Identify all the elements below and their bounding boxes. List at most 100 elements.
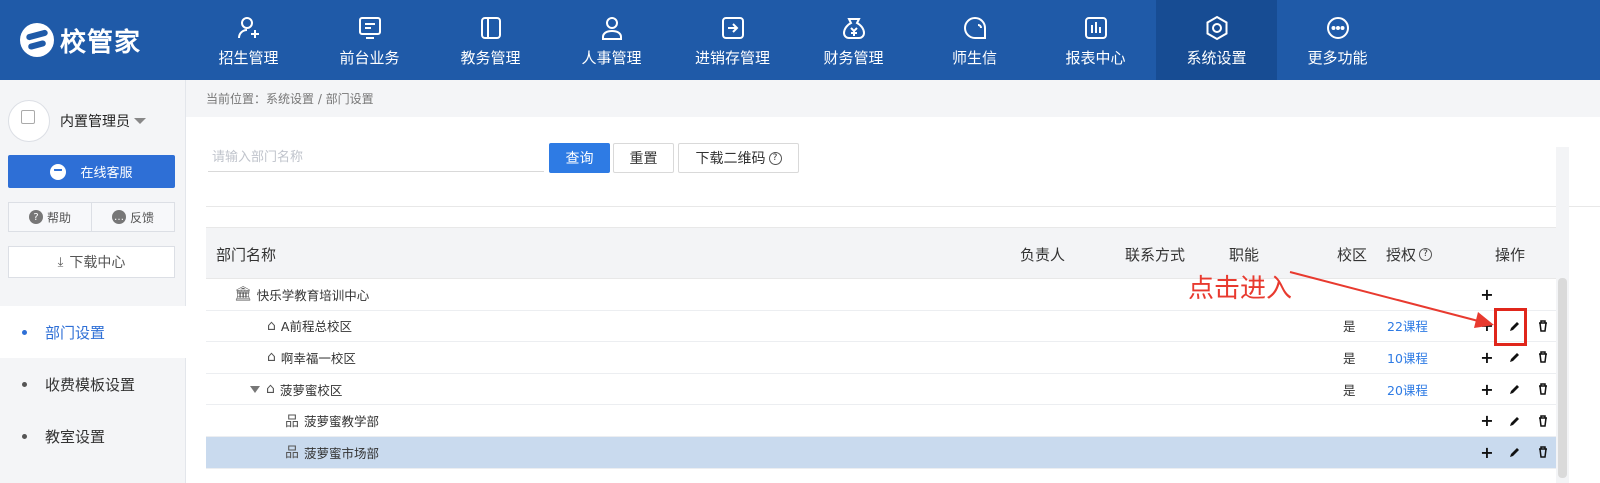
sidebar-item-label: 收费模板设置 <box>45 375 136 394</box>
nav-item-system-settings[interactable]: 系统设置 <box>1156 0 1277 80</box>
scrollbar-thumb[interactable] <box>1558 278 1567 478</box>
table-header: 部门名称 负责人 联系方式 职能 校区 授权 ? 操作 <box>206 227 1568 279</box>
nav-item-more[interactable]: 更多功能 <box>1277 0 1398 80</box>
nav-label: 系统设置 <box>1186 48 1247 67</box>
breadcrumb-text: 当前位置：系统设置 / 部门设置 <box>206 92 374 106</box>
nav-item-reports[interactable]: 报表中心 <box>1035 0 1156 80</box>
campus-cell: 是 <box>1343 319 1356 335</box>
department-name-cell: 品 菠萝蜜教学部 <box>285 405 379 436</box>
chevron-down-icon <box>134 118 146 124</box>
department-name: 菠萝蜜市场部 <box>304 445 380 461</box>
auth-link[interactable]: 20课程 <box>1387 374 1428 405</box>
logo-text: 校管家 <box>60 27 142 58</box>
add-icon[interactable]: + <box>1473 380 1501 399</box>
sidebar-item-department-settings[interactable]: 部门设置 <box>0 306 186 358</box>
report-icon <box>1081 13 1111 43</box>
main-nav: 招生管理 前台业务 教务管理 人事管理 进销存管理 财务管理 师生信 报表中心 … <box>188 0 1398 80</box>
delete-icon[interactable] <box>1529 414 1557 427</box>
user-menu[interactable]: 内置管理员 <box>8 100 146 142</box>
online-service-button[interactable]: 在线客服 <box>8 155 175 188</box>
help-feedback-row: ? 帮助 … 反馈 <box>8 202 175 232</box>
add-icon[interactable]: + <box>1473 411 1501 430</box>
row-actions: + <box>1473 437 1557 468</box>
table-row[interactable]: ⌂ 菠萝蜜校区 是 20课程 + <box>206 374 1568 406</box>
question-icon: ? <box>1419 247 1433 261</box>
download-center-label: 下载中心 <box>69 255 126 271</box>
side-menu: 部门设置 收费模板设置 教室设置 <box>0 306 186 462</box>
logo-icon <box>20 23 54 57</box>
more-icon <box>1323 13 1353 43</box>
feedback-button[interactable]: … 反馈 <box>91 203 174 231</box>
add-icon[interactable]: + <box>1473 348 1501 367</box>
finance-icon <box>839 13 869 43</box>
bullet-icon <box>22 433 27 439</box>
table-row[interactable]: 🏛 快乐学教育培训中心 + <box>206 279 1568 311</box>
nav-label: 进销存管理 <box>694 48 770 67</box>
add-icon[interactable]: + <box>1473 443 1501 462</box>
logo[interactable]: 校管家 <box>20 18 141 62</box>
reset-button[interactable]: 重置 <box>613 143 674 173</box>
auth-link[interactable]: 22课程 <box>1387 311 1428 342</box>
annotation-text: 点击进入 <box>1188 274 1293 304</box>
nav-item-hr[interactable]: 人事管理 <box>551 0 672 80</box>
edit-icon[interactable] <box>1501 351 1529 363</box>
nav-item-finance[interactable]: 财务管理 <box>793 0 914 80</box>
department-name-cell: ⌂ A前程总校区 <box>267 311 352 342</box>
row-actions: + <box>1473 279 1501 310</box>
delete-icon[interactable] <box>1529 320 1557 332</box>
online-service-label: 在线客服 <box>80 166 133 181</box>
department-name-cell: ⌂ 菠萝蜜校区 <box>250 374 342 405</box>
person-icon <box>597 13 627 43</box>
help-button[interactable]: ? 帮助 <box>9 203 91 231</box>
nav-label: 财务管理 <box>823 48 884 67</box>
bullet-icon <box>22 381 27 387</box>
bullet-icon <box>22 329 27 335</box>
nav-item-inventory[interactable]: 进销存管理 <box>672 0 793 80</box>
auth-link[interactable]: 10课程 <box>1387 342 1428 373</box>
delete-icon[interactable] <box>1529 446 1557 459</box>
annotation-highlight-box <box>1494 308 1527 346</box>
nav-label: 教务管理 <box>460 48 521 67</box>
department-name: 快乐学教育培训中心 <box>256 287 370 303</box>
avatar <box>8 100 50 142</box>
edit-icon[interactable] <box>1501 446 1529 458</box>
help-icon: ? <box>28 210 43 224</box>
download-qrcode-button[interactable]: 下载二维码 ? <box>678 143 799 173</box>
breadcrumb: 当前位置：系统设置 / 部门设置 <box>186 80 1600 117</box>
sidebar-item-classroom[interactable]: 教室设置 <box>0 410 186 462</box>
table-row[interactable]: 品 菠萝蜜市场部 + <box>206 436 1568 469</box>
edit-icon[interactable] <box>1501 415 1529 427</box>
sidebar-item-fee-template[interactable]: 收费模板设置 <box>0 358 186 410</box>
department-name-cell: 品 菠萝蜜市场部 <box>285 437 379 468</box>
add-icon[interactable]: + <box>1473 285 1501 304</box>
column-header-contact: 联系方式 <box>1125 245 1186 264</box>
query-button[interactable]: 查询 <box>549 143 610 173</box>
column-header-campus: 校区 <box>1337 245 1368 264</box>
table-row[interactable]: ⌂ 啊幸福一校区 是 10课程 + <box>206 342 1568 374</box>
nav-item-academic[interactable]: 教务管理 <box>430 0 551 80</box>
chat-icon <box>960 13 990 43</box>
nav-item-front-desk[interactable]: 前台业务 <box>309 0 430 80</box>
auth-header-label: 授权 <box>1386 245 1417 264</box>
edit-icon[interactable] <box>1501 383 1529 395</box>
column-header-auth: 授权 ? <box>1386 228 1433 280</box>
nav-label: 人事管理 <box>581 48 642 67</box>
org-icon: 品 <box>285 445 299 462</box>
expand-toggle-icon[interactable] <box>250 385 260 393</box>
nav-item-enrollment[interactable]: 招生管理 <box>188 0 309 80</box>
sidebar: 内置管理员 在线客服 ? 帮助 … 反馈 ⤓ 下载中心 部门设置 收费模板设置 … <box>0 80 186 483</box>
top-navigation-bar: 校管家 招生管理 前台业务 教务管理 人事管理 进销存管理 财务管理 师生信 报… <box>0 0 1600 80</box>
department-name-cell: ⌂ 啊幸福一校区 <box>267 342 356 373</box>
nav-item-messages[interactable]: 师生信 <box>914 0 1035 80</box>
table-row[interactable]: 品 菠萝蜜教学部 + <box>206 405 1568 437</box>
department-search-input[interactable] <box>208 144 544 172</box>
department-table: 部门名称 负责人 联系方式 职能 校区 授权 ? 操作 🏛 快乐学教育培训中心 … <box>206 227 1568 469</box>
delete-icon[interactable] <box>1529 351 1557 364</box>
table-row[interactable]: ⌂ A前程总校区 是 22课程 + <box>206 311 1568 343</box>
home-icon: ⌂ <box>266 381 275 398</box>
row-actions: + <box>1473 342 1557 373</box>
main-content: 当前位置：系统设置 / 部门设置 查询 重置 下载二维码 ? 部门名称 负责人 … <box>186 80 1600 483</box>
delete-icon[interactable] <box>1529 383 1557 395</box>
settings-icon <box>1202 13 1232 43</box>
download-center-button[interactable]: ⤓ 下载中心 <box>8 246 175 278</box>
